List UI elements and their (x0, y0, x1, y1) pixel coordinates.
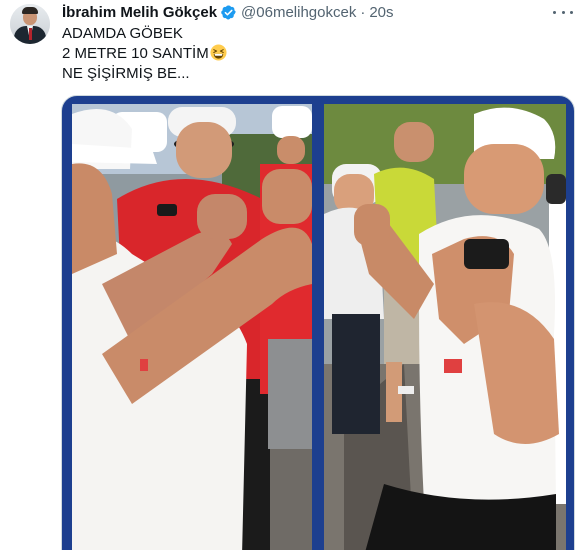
author-handle[interactable]: @06melihgokcek (241, 4, 356, 21)
left-video-frame[interactable] (72, 104, 312, 550)
more-options-button[interactable] (553, 4, 573, 20)
right-video-frame[interactable] (324, 104, 566, 550)
more-horizontal-icon-dot (561, 10, 565, 14)
author-display-name[interactable]: İbrahim Melih Gökçek (62, 4, 217, 21)
tweet-card[interactable]: İbrahim Melih Gökçek @06melihgokcek · 20… (0, 0, 579, 550)
author-avatar[interactable] (10, 4, 50, 44)
tweet-text: ADAMDA GÖBEK 2 METRE 10 SANTİM NE ŞİŞİRM… (62, 24, 227, 84)
right-video-image (324, 104, 566, 550)
tweet-text-line-2-text: 2 METRE 10 SANTİM (62, 45, 209, 62)
separator-dot: · (360, 3, 366, 21)
avatar-hair (22, 7, 38, 14)
avatar-tie (29, 28, 32, 40)
tweet-text-line-3: NE ŞİŞİRMİŞ BE... (62, 65, 190, 82)
tweet-text-line-2: 2 METRE 10 SANTİM (62, 44, 227, 64)
verified-badge-icon[interactable] (220, 4, 237, 21)
left-video-image (72, 104, 312, 550)
tweet-header: İbrahim Melih Gökçek @06melihgokcek · 20… (62, 2, 394, 22)
tweet-text-line-1: ADAMDA GÖBEK (62, 25, 183, 42)
tweet-media[interactable] (61, 95, 575, 550)
more-horizontal-icon-dot (570, 10, 573, 14)
grinning-squinting-face-icon (210, 44, 227, 61)
more-horizontal-icon (553, 10, 556, 14)
tweet-timestamp[interactable]: 20s (369, 4, 393, 21)
